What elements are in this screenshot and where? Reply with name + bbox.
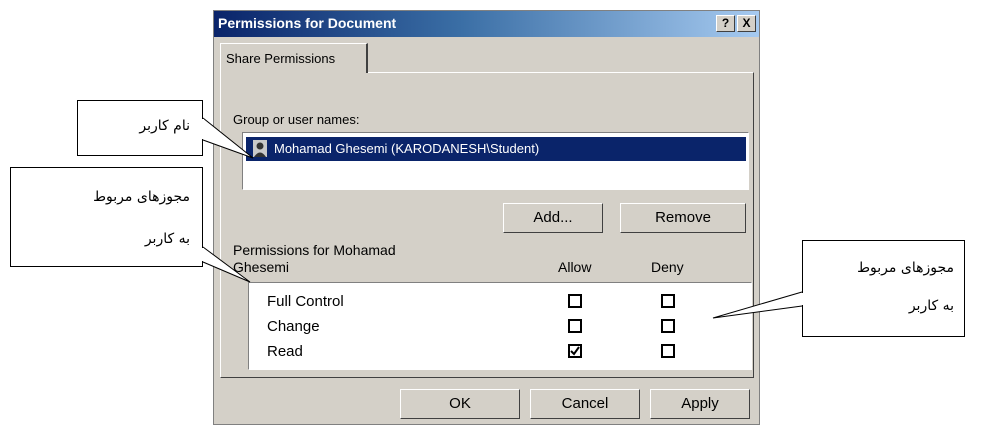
allow-checkbox-full-control[interactable] (568, 294, 582, 308)
permissions-title: Permissions for Mohamad Ghesemi (233, 242, 396, 275)
permission-label: Full Control (267, 293, 344, 310)
permission-row-read: Read (249, 341, 751, 365)
allow-checkbox-read[interactable] (568, 344, 582, 358)
checkmark-icon (570, 346, 580, 356)
callout-user-permissions-right: مجوزهای مربوط به کاربر (802, 240, 965, 337)
callout-left-line1: مجوزهای مربوط (93, 189, 190, 205)
cancel-button[interactable]: Cancel (530, 389, 640, 419)
callout-user-name-text: نام کاربر (139, 118, 190, 134)
callout-user-permissions-left: مجوزهای مربوط به کاربر (10, 167, 203, 267)
group-label: Group or user names: (233, 112, 360, 127)
permission-label: Change (267, 318, 320, 335)
permission-row-full-control: Full Control (249, 291, 751, 315)
add-button[interactable]: Add... (503, 203, 603, 233)
ok-button[interactable]: OK (400, 389, 520, 419)
permissions-list: Full Control Change Read (248, 282, 752, 370)
allow-header: Allow (558, 259, 592, 275)
users-list[interactable]: Mohamad Ghesemi (KARODANESH\Student) (242, 132, 749, 190)
list-item-selected-user[interactable]: Mohamad Ghesemi (KARODANESH\Student) (246, 137, 746, 161)
remove-button[interactable]: Remove (620, 203, 746, 233)
user-name: Mohamad Ghesemi (KARODANESH\Student) (274, 141, 540, 156)
permission-row-change: Change (249, 316, 751, 340)
deny-checkbox-change[interactable] (661, 319, 675, 333)
deny-checkbox-read[interactable] (661, 344, 675, 358)
callout-user-name: نام کاربر (77, 100, 203, 156)
callout-right-line2: به کاربر (908, 298, 954, 314)
deny-header: Deny (651, 259, 684, 275)
callout-left-line2: به کاربر (144, 231, 190, 247)
tab-label: Share Permissions (226, 51, 336, 66)
callout-right-line1: مجوزهای مربوط (857, 260, 954, 276)
allow-checkbox-change[interactable] (568, 319, 582, 333)
permission-label: Read (267, 343, 303, 360)
tab-share-permissions[interactable]: Share Permissions (220, 43, 368, 73)
apply-button[interactable]: Apply (650, 389, 750, 419)
deny-checkbox-full-control[interactable] (661, 294, 675, 308)
user-icon (253, 140, 267, 157)
